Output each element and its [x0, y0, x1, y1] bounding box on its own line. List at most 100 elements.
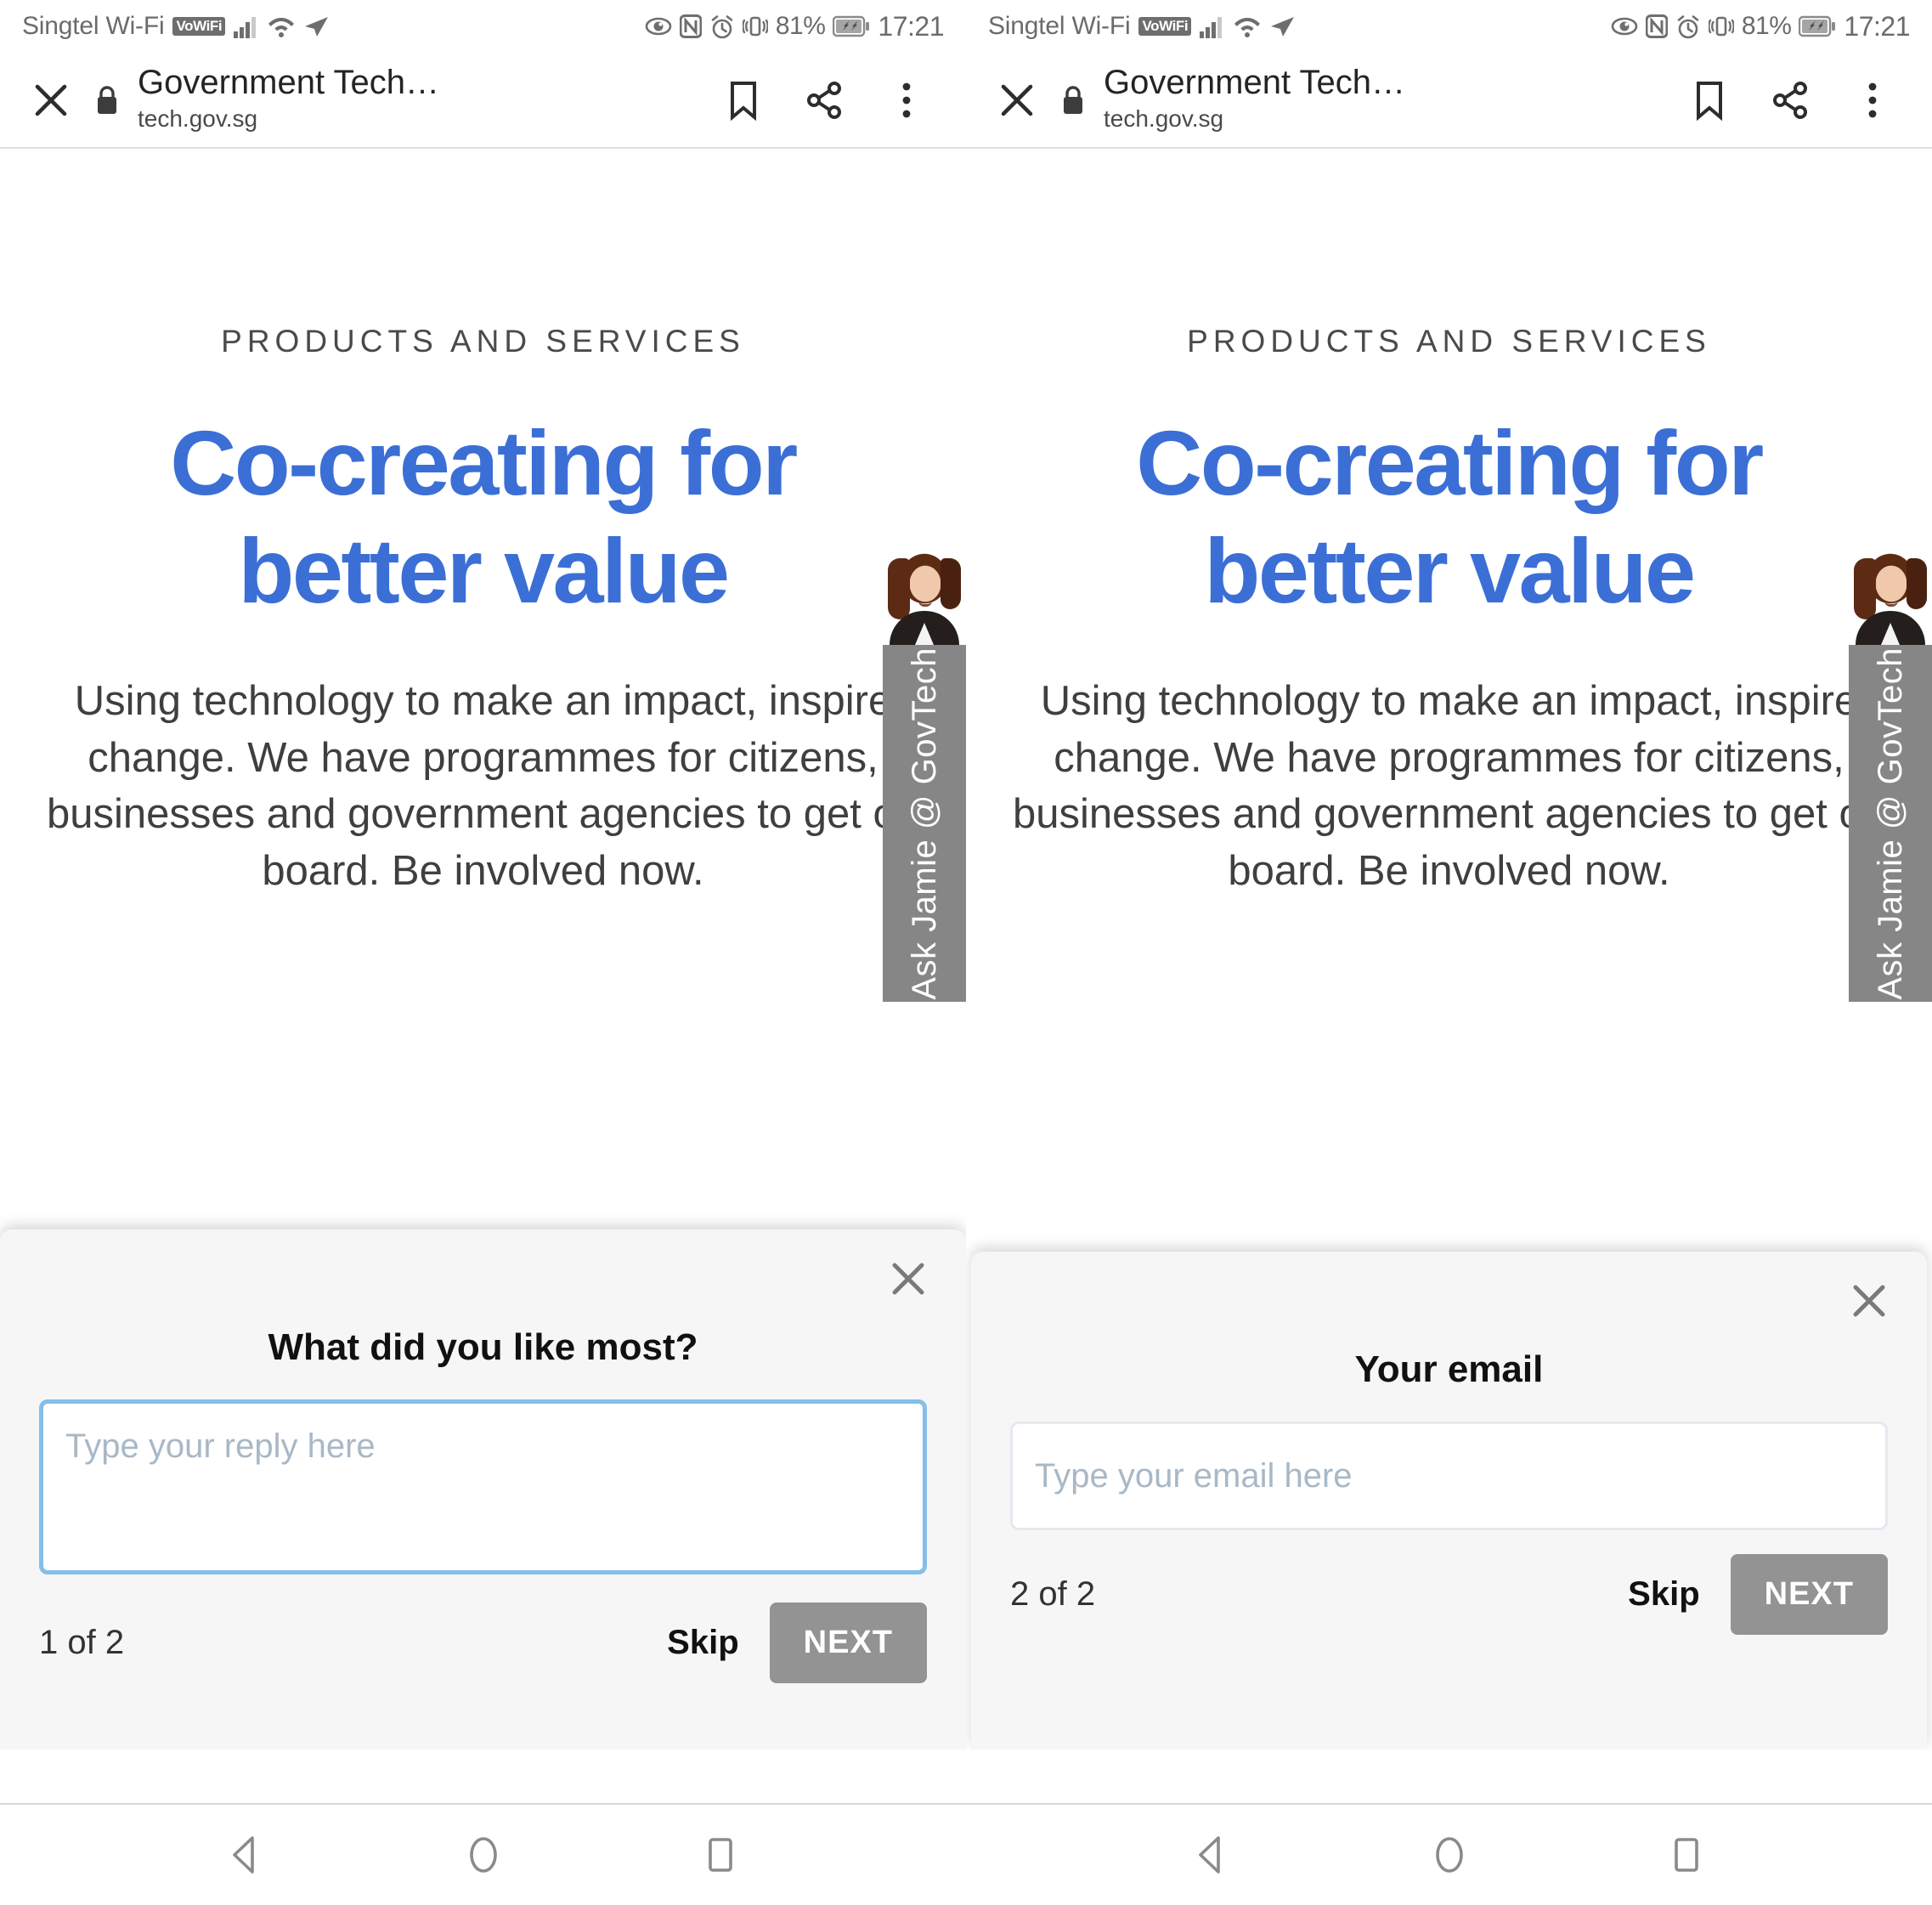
bookmark-icon [1697, 81, 1722, 121]
survey-skip-button[interactable]: Skip [1628, 1575, 1699, 1614]
close-icon [892, 1263, 924, 1295]
site-security-indicator[interactable] [82, 83, 133, 117]
status-bar: Singtel Wi-Fi VoWiFi 81% 17:21 [0, 0, 966, 53]
battery-percent-label: 81% [775, 12, 826, 40]
share-button[interactable] [1750, 80, 1832, 121]
browser-toolbar: Government Tech… tech.gov.sg [0, 53, 966, 149]
dual-screenshot-container: Singtel Wi-Fi VoWiFi 81% 17:21 Governmen… [0, 0, 1932, 1905]
web-page-content: PRODUCTS AND SERVICES Co-creating for be… [966, 149, 1932, 1750]
clock-label: 17:21 [1844, 10, 1910, 42]
survey-dialog: What did you like most? 1 of 2 Skip NEXT [0, 1229, 966, 1750]
page-body-text: Using technology to make an impact, insp… [47, 677, 919, 894]
survey-reply-input[interactable] [39, 1399, 927, 1574]
recents-icon [1674, 1838, 1698, 1872]
back-icon [232, 1836, 254, 1874]
ask-jamie-chat-tab[interactable]: Ask Jamie @ GovTech [1849, 545, 1932, 1002]
status-bar-right: 81% 17:21 [645, 11, 944, 42]
survey-step-counter: 2 of 2 [1010, 1575, 1096, 1613]
home-icon [1435, 1837, 1463, 1873]
alarm-clock-icon [1675, 14, 1701, 39]
close-icon [35, 84, 67, 116]
battery-percent-label: 81% [1741, 12, 1792, 40]
android-navigation-bar [0, 1803, 966, 1905]
close-icon [1853, 1285, 1885, 1317]
vowifi-badge: VoWiFi [172, 17, 226, 36]
eye-comfort-icon [1611, 15, 1638, 37]
status-bar-left: Singtel Wi-Fi VoWiFi [988, 12, 1295, 41]
survey-question: Your email [1354, 1348, 1544, 1390]
bookmark-button[interactable] [703, 80, 784, 121]
survey-footer: 2 of 2 Skip NEXT [1010, 1554, 1888, 1635]
web-page-content: PRODUCTS AND SERVICES Co-creating for be… [0, 149, 966, 1750]
nfc-icon [1645, 14, 1669, 38]
jamie-avatar [1849, 545, 1932, 645]
address-bar[interactable]: Government Tech… tech.gov.sg [133, 65, 703, 134]
page-title: Government Tech… [1104, 65, 1405, 101]
address-bar[interactable]: Government Tech… tech.gov.sg [1099, 65, 1669, 134]
headline-line-1: Co-creating for [1136, 411, 1764, 514]
survey-next-button[interactable]: NEXT [1730, 1554, 1888, 1635]
survey-close-button[interactable] [881, 1252, 935, 1306]
lock-icon [98, 85, 116, 114]
carrier-label: Singtel Wi-Fi [988, 12, 1131, 40]
overflow-menu-button[interactable] [1832, 80, 1913, 121]
home-icon [469, 1837, 497, 1873]
headline-line-1: Co-creating for [170, 411, 798, 514]
android-home-button[interactable] [437, 1808, 530, 1902]
android-recents-button[interactable] [1640, 1808, 1733, 1902]
battery-charging-icon [833, 15, 870, 37]
android-home-button[interactable] [1403, 1808, 1496, 1902]
page-body-text: Using technology to make an impact, insp… [1013, 677, 1885, 894]
survey-close-button[interactable] [1842, 1274, 1896, 1328]
close-tab-button[interactable] [20, 80, 82, 121]
page-headline: Co-creating for better value [29, 409, 937, 625]
ask-jamie-tab-strip[interactable]: Ask Jamie @ GovTech [1849, 645, 1932, 1002]
ask-jamie-chat-tab[interactable]: Ask Jamie @ GovTech [883, 545, 966, 1002]
eye-comfort-icon [645, 15, 672, 37]
signal-bars-icon [1200, 14, 1225, 38]
android-recents-button[interactable] [674, 1808, 767, 1902]
android-back-button[interactable] [200, 1808, 293, 1902]
location-arrow-icon [1269, 14, 1295, 38]
status-bar-left: Singtel Wi-Fi VoWiFi [22, 12, 329, 41]
headline-line-2: better value [1204, 519, 1696, 623]
alarm-clock-icon [709, 14, 735, 39]
ask-jamie-tab-strip[interactable]: Ask Jamie @ GovTech [883, 645, 966, 1002]
page-title: Government Tech… [138, 65, 439, 101]
survey-question: What did you like most? [268, 1326, 698, 1368]
status-bar: Singtel Wi-Fi VoWiFi 81% 17:21 [966, 0, 1932, 53]
phone-screen-2: Singtel Wi-Fi VoWiFi 81% 17:21 Governmen… [966, 0, 1932, 1905]
survey-email-input[interactable] [1010, 1422, 1888, 1530]
android-navigation-bar [966, 1803, 1932, 1905]
wifi-icon [1234, 14, 1261, 38]
survey-footer: 1 of 2 Skip NEXT [39, 1603, 927, 1683]
section-eyebrow: PRODUCTS AND SERVICES [221, 324, 745, 359]
overflow-menu-icon [902, 82, 911, 117]
page-url: tech.gov.sg [1104, 105, 1224, 133]
survey-next-button[interactable]: NEXT [769, 1603, 927, 1683]
survey-skip-button[interactable]: Skip [667, 1624, 738, 1662]
bookmark-button[interactable] [1669, 80, 1750, 121]
vibrate-icon [742, 14, 769, 38]
phone-screen-1: Singtel Wi-Fi VoWiFi 81% 17:21 Governmen… [0, 0, 966, 1905]
share-icon [1773, 81, 1807, 119]
share-icon [807, 81, 841, 119]
wifi-icon [268, 14, 295, 38]
nfc-icon [679, 14, 703, 38]
overflow-menu-icon [1868, 82, 1877, 117]
signal-bars-icon [234, 14, 259, 38]
overflow-menu-button[interactable] [866, 80, 947, 121]
survey-step-counter: 1 of 2 [39, 1624, 125, 1661]
survey-dialog: Your email 2 of 2 Skip NEXT [971, 1252, 1927, 1750]
page-headline: Co-creating for better value [995, 409, 1903, 625]
share-button[interactable] [784, 80, 866, 121]
bookmark-icon [731, 81, 756, 121]
vibrate-icon [1708, 14, 1735, 38]
page-url: tech.gov.sg [138, 105, 258, 133]
carrier-label: Singtel Wi-Fi [22, 12, 165, 40]
android-back-button[interactable] [1166, 1808, 1259, 1902]
close-tab-button[interactable] [986, 80, 1048, 121]
site-security-indicator[interactable] [1048, 83, 1099, 117]
battery-charging-icon [1799, 15, 1836, 37]
browser-toolbar: Government Tech… tech.gov.sg [966, 53, 1932, 149]
